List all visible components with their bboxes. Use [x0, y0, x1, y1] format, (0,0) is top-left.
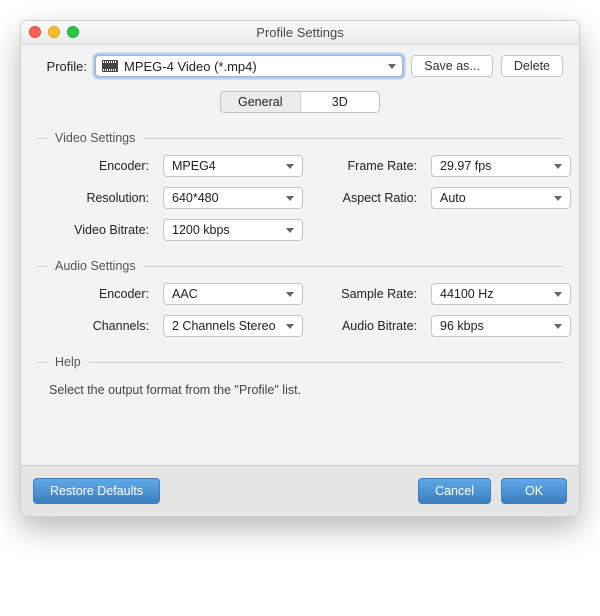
- window-body: Profile: MPEG-4 Video (*.mp4) Save as...…: [21, 45, 579, 465]
- profile-label: Profile:: [37, 59, 87, 74]
- chevron-down-icon: [554, 324, 562, 329]
- tab-general[interactable]: General: [221, 92, 301, 112]
- profile-settings-window: Profile Settings Profile: MPEG-4 Video (…: [20, 20, 580, 517]
- resolution-select[interactable]: 640*480: [163, 187, 303, 209]
- audio-encoder-value: AAC: [172, 287, 198, 301]
- profile-select[interactable]: MPEG-4 Video (*.mp4): [95, 55, 403, 77]
- zoom-icon[interactable]: [67, 26, 79, 38]
- resolution-value: 640*480: [172, 191, 219, 205]
- frame-rate-select[interactable]: 29.97 fps: [431, 155, 571, 177]
- aspect-ratio-select[interactable]: Auto: [431, 187, 571, 209]
- close-icon[interactable]: [29, 26, 41, 38]
- sample-rate-label: Sample Rate:: [317, 287, 417, 301]
- window-title: Profile Settings: [256, 25, 343, 40]
- audio-bitrate-label: Audio Bitrate:: [317, 319, 417, 333]
- video-format-icon: [102, 60, 118, 72]
- ok-button[interactable]: OK: [501, 478, 567, 504]
- tab-3d[interactable]: 3D: [301, 92, 380, 112]
- chevron-down-icon: [286, 324, 294, 329]
- video-encoder-select[interactable]: MPEG4: [163, 155, 303, 177]
- frame-rate-label: Frame Rate:: [317, 159, 417, 173]
- audio-settings-group: Audio Settings Encoder: AAC Sample Rate:…: [37, 259, 563, 337]
- audio-encoder-select[interactable]: AAC: [163, 283, 303, 305]
- chevron-down-icon: [286, 292, 294, 297]
- chevron-down-icon: [286, 228, 294, 233]
- channels-label: Channels:: [49, 319, 149, 333]
- aspect-ratio-value: Auto: [440, 191, 466, 205]
- tab-bar: General 3D: [220, 91, 380, 113]
- delete-button[interactable]: Delete: [501, 55, 563, 77]
- cancel-button[interactable]: Cancel: [418, 478, 491, 504]
- sample-rate-select[interactable]: 44100 Hz: [431, 283, 571, 305]
- audio-bitrate-select[interactable]: 96 kbps: [431, 315, 571, 337]
- save-as-button[interactable]: Save as...: [411, 55, 493, 77]
- audio-bitrate-value: 96 kbps: [440, 319, 484, 333]
- chevron-down-icon: [554, 292, 562, 297]
- channels-value: 2 Channels Stereo: [172, 319, 276, 333]
- chevron-down-icon: [554, 164, 562, 169]
- channels-select[interactable]: 2 Channels Stereo: [163, 315, 303, 337]
- resolution-label: Resolution:: [49, 191, 149, 205]
- audio-encoder-label: Encoder:: [49, 287, 149, 301]
- window-controls: [29, 26, 79, 38]
- restore-defaults-button[interactable]: Restore Defaults: [33, 478, 160, 504]
- help-text: Select the output format from the "Profi…: [37, 379, 563, 401]
- aspect-ratio-label: Aspect Ratio:: [317, 191, 417, 205]
- video-encoder-value: MPEG4: [172, 159, 216, 173]
- video-settings-group: Video Settings Encoder: MPEG4 Frame Rate…: [37, 131, 563, 241]
- help-legend: Help: [55, 355, 81, 369]
- sample-rate-value: 44100 Hz: [440, 287, 494, 301]
- help-group: Help Select the output format from the "…: [37, 355, 563, 401]
- chevron-down-icon: [286, 164, 294, 169]
- footer-bar: Restore Defaults Cancel OK: [21, 465, 579, 516]
- video-legend: Video Settings: [55, 131, 135, 145]
- video-bitrate-value: 1200 kbps: [172, 223, 230, 237]
- chevron-down-icon: [388, 64, 396, 69]
- minimize-icon[interactable]: [48, 26, 60, 38]
- profile-value: MPEG-4 Video (*.mp4): [124, 59, 257, 74]
- profile-row: Profile: MPEG-4 Video (*.mp4) Save as...…: [37, 55, 563, 77]
- audio-legend: Audio Settings: [55, 259, 136, 273]
- frame-rate-value: 29.97 fps: [440, 159, 491, 173]
- titlebar: Profile Settings: [21, 21, 579, 45]
- video-bitrate-label: Video Bitrate:: [49, 223, 149, 237]
- chevron-down-icon: [554, 196, 562, 201]
- video-bitrate-select[interactable]: 1200 kbps: [163, 219, 303, 241]
- video-encoder-label: Encoder:: [49, 159, 149, 173]
- chevron-down-icon: [286, 196, 294, 201]
